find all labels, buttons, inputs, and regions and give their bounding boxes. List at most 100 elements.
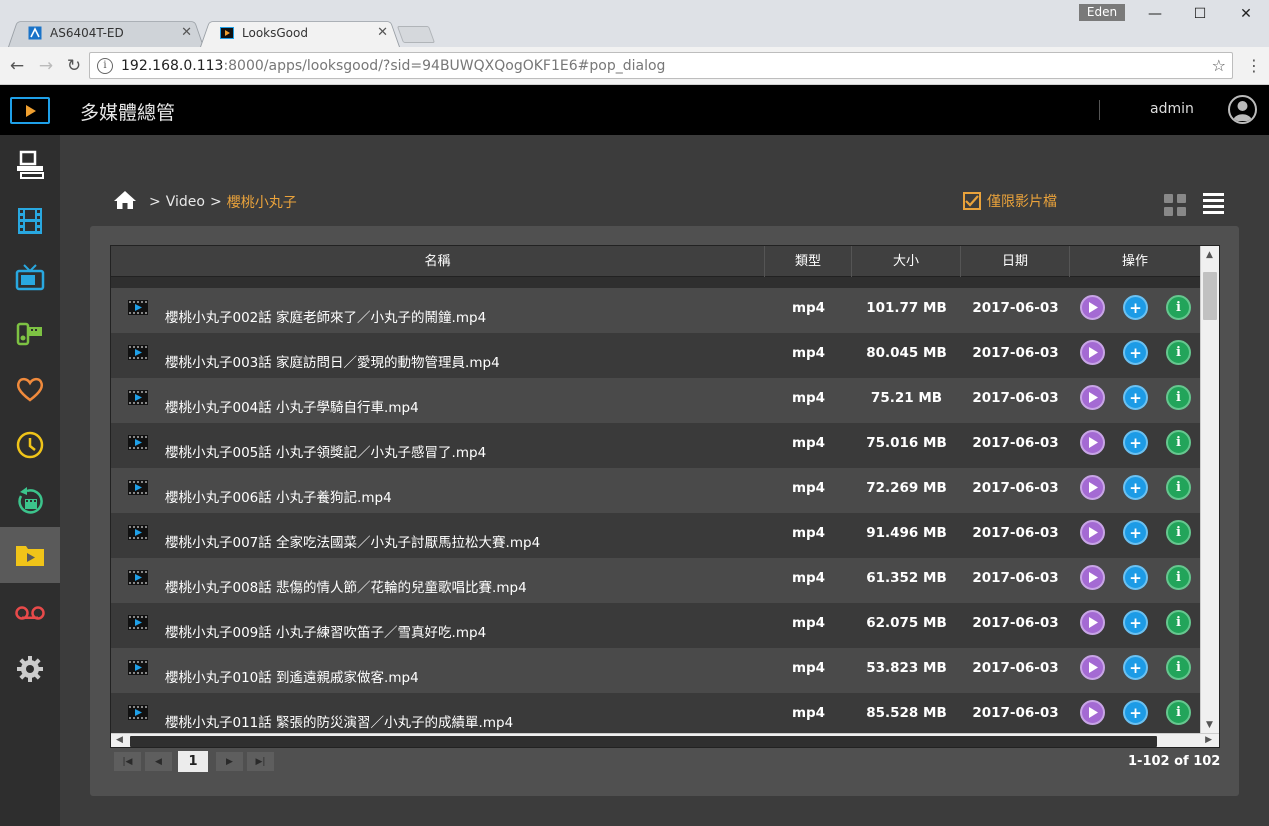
- prev-page-icon[interactable]: ◀: [145, 752, 172, 771]
- column-header-size[interactable]: 大小: [852, 246, 961, 277]
- file-name[interactable]: 櫻桃小丸子010話 到遙遠親戚家做客.mp4: [165, 666, 419, 686]
- vertical-scroll-thumb[interactable]: [1203, 272, 1217, 320]
- browser-menu-icon[interactable]: ⋮: [1246, 56, 1262, 75]
- bookmark-star-icon[interactable]: ☆: [1212, 56, 1226, 75]
- looksgood-logo-icon[interactable]: [10, 97, 50, 124]
- user-name[interactable]: admin: [1150, 101, 1194, 117]
- table-row[interactable]: 櫻桃小丸子008話 悲傷的情人節／花輪的兒童歌唱比賽.mp4 mp4 61.352 …: [111, 558, 1200, 603]
- add-to-playlist-button[interactable]: +: [1123, 700, 1148, 725]
- column-header-name[interactable]: 名稱: [111, 246, 765, 277]
- table-row[interactable]: 櫻桃小丸子011話 緊張的防災演習／小丸子的成績單.mp4 mp4 85.528 M…: [111, 693, 1200, 738]
- list-view-icon[interactable]: [1203, 193, 1224, 214]
- play-button[interactable]: [1080, 385, 1105, 410]
- sidebar-item-recent[interactable]: [0, 417, 60, 473]
- browser-tab-as6404t[interactable]: AS6404T-ED ✕: [8, 18, 204, 47]
- tab-close-icon[interactable]: ✕: [377, 25, 388, 40]
- next-page-icon[interactable]: ▶: [216, 752, 243, 771]
- horizontal-scrollbar[interactable]: ◀ ▶: [111, 733, 1219, 747]
- window-maximize-button[interactable]: ☐: [1190, 6, 1210, 22]
- file-name[interactable]: 櫻桃小丸子002話 家庭老師來了／小丸子的鬧鐘.mp4: [165, 306, 486, 326]
- page-number[interactable]: 1: [178, 751, 208, 772]
- vertical-scrollbar[interactable]: ▲ ▼: [1200, 246, 1219, 733]
- home-icon[interactable]: [113, 190, 137, 214]
- sidebar-item-replay[interactable]: [0, 473, 60, 529]
- info-button[interactable]: i: [1166, 610, 1191, 635]
- site-info-icon[interactable]: i: [97, 57, 113, 74]
- last-page-icon[interactable]: ▶|: [247, 752, 274, 771]
- video-only-checkbox[interactable]: [963, 192, 981, 210]
- video-only-filter[interactable]: 僅限影片檔: [963, 191, 1057, 211]
- table-row[interactable]: 櫻桃小丸子006話 小丸子養狗記.mp4 mp4 72.269 MB 2017-06-…: [111, 468, 1200, 513]
- sidebar-item-camcorder[interactable]: [0, 305, 60, 361]
- add-to-playlist-button[interactable]: +: [1123, 430, 1148, 455]
- file-name[interactable]: 櫻桃小丸子004話 小丸子學騎自行車.mp4: [165, 396, 419, 416]
- add-to-playlist-button[interactable]: +: [1123, 475, 1148, 500]
- scroll-down-arrow-icon[interactable]: ▼: [1206, 720, 1213, 730]
- play-button[interactable]: [1080, 430, 1105, 455]
- reload-icon[interactable]: ↻: [64, 56, 84, 76]
- play-button[interactable]: [1080, 520, 1105, 545]
- browser-tab-looksgood[interactable]: LooksGood ✕: [200, 18, 400, 47]
- add-to-playlist-button[interactable]: +: [1123, 520, 1148, 545]
- play-button[interactable]: [1080, 610, 1105, 635]
- info-button[interactable]: i: [1166, 385, 1191, 410]
- column-header-date[interactable]: 日期: [961, 246, 1070, 277]
- sidebar-item-settings[interactable]: [0, 641, 60, 697]
- file-name[interactable]: 櫻桃小丸子007話 全家吃法國菜／小丸子討厭馬拉松大賽.mp4: [165, 531, 540, 551]
- sidebar-item-recording[interactable]: [0, 585, 60, 641]
- table-row[interactable]: 櫻桃小丸子002話 家庭老師來了／小丸子的鬧鐘.mp4 mp4 101.77 MB 2…: [111, 288, 1200, 333]
- address-bar[interactable]: i 192.168.0.113:8000/apps/looksgood/?sid…: [89, 52, 1233, 79]
- sidebar-item-video[interactable]: [0, 193, 60, 249]
- sidebar-item-tv[interactable]: [0, 249, 60, 305]
- table-row[interactable]: 櫻桃小丸子004話 小丸子學騎自行車.mp4 mp4 75.21 MB 2017-06…: [111, 378, 1200, 423]
- sidebar-item-devices[interactable]: [0, 137, 60, 193]
- file-name[interactable]: 櫻桃小丸子006話 小丸子養狗記.mp4: [165, 486, 392, 506]
- info-button[interactable]: i: [1166, 475, 1191, 500]
- info-button[interactable]: i: [1166, 655, 1191, 680]
- table-row[interactable]: 櫻桃小丸子003話 家庭訪問日／愛現的動物管理員.mp4 mp4 80.045 MB…: [111, 333, 1200, 378]
- window-minimize-button[interactable]: —: [1145, 6, 1165, 22]
- play-button[interactable]: [1080, 565, 1105, 590]
- table-row[interactable]: 櫻桃小丸子005話 小丸子領獎記／小丸子感冒了.mp4 mp4 75.016 MB 2…: [111, 423, 1200, 468]
- table-row[interactable]: 櫻桃小丸子009話 小丸子練習吹笛子／雪真好吃.mp4 mp4 62.075 MB 2…: [111, 603, 1200, 648]
- file-name[interactable]: 櫻桃小丸子008話 悲傷的情人節／花輪的兒童歌唱比賽.mp4: [165, 576, 527, 596]
- grid-view-icon[interactable]: [1164, 194, 1186, 216]
- info-button[interactable]: i: [1166, 520, 1191, 545]
- window-close-button[interactable]: ✕: [1236, 6, 1256, 22]
- user-avatar-icon[interactable]: [1228, 95, 1257, 124]
- new-tab-button[interactable]: [396, 26, 436, 43]
- play-button[interactable]: [1080, 340, 1105, 365]
- scroll-up-arrow-icon[interactable]: ▲: [1206, 250, 1213, 260]
- sidebar-item-favorites[interactable]: [0, 361, 60, 417]
- info-button[interactable]: i: [1166, 565, 1191, 590]
- back-arrow-icon[interactable]: ←: [7, 56, 27, 76]
- add-to-playlist-button[interactable]: +: [1123, 565, 1148, 590]
- add-to-playlist-button[interactable]: +: [1123, 295, 1148, 320]
- play-button[interactable]: [1080, 475, 1105, 500]
- info-button[interactable]: i: [1166, 340, 1191, 365]
- info-button[interactable]: i: [1166, 700, 1191, 725]
- tab-close-icon[interactable]: ✕: [181, 25, 192, 40]
- forward-arrow-icon[interactable]: →: [36, 56, 56, 76]
- sidebar-item-folders[interactable]: [0, 527, 60, 583]
- play-button[interactable]: [1080, 655, 1105, 680]
- info-button[interactable]: i: [1166, 430, 1191, 455]
- scroll-right-arrow-icon[interactable]: ▶: [1205, 735, 1212, 745]
- play-button[interactable]: [1080, 295, 1105, 320]
- file-name[interactable]: 櫻桃小丸子011話 緊張的防災演習／小丸子的成績單.mp4: [165, 711, 513, 731]
- horizontal-scroll-thumb[interactable]: [130, 736, 1157, 747]
- column-header-type[interactable]: 類型: [765, 246, 852, 277]
- add-to-playlist-button[interactable]: +: [1123, 610, 1148, 635]
- file-name[interactable]: 櫻桃小丸子009話 小丸子練習吹笛子／雪真好吃.mp4: [165, 621, 486, 641]
- table-row[interactable]: 櫻桃小丸子007話 全家吃法國菜／小丸子討厭馬拉松大賽.mp4 mp4 91.496…: [111, 513, 1200, 558]
- info-button[interactable]: i: [1166, 295, 1191, 320]
- first-page-icon[interactable]: |◀: [114, 752, 141, 771]
- table-row[interactable]: 櫻桃小丸子010話 到遙遠親戚家做客.mp4 mp4 53.823 MB 2017-0…: [111, 648, 1200, 693]
- add-to-playlist-button[interactable]: +: [1123, 340, 1148, 365]
- file-name[interactable]: 櫻桃小丸子005話 小丸子領獎記／小丸子感冒了.mp4: [165, 441, 486, 461]
- breadcrumb-video[interactable]: Video: [166, 194, 205, 210]
- browser-profile-chip[interactable]: Eden: [1079, 4, 1125, 21]
- scroll-left-arrow-icon[interactable]: ◀: [116, 735, 123, 745]
- file-name[interactable]: 櫻桃小丸子003話 家庭訪問日／愛現的動物管理員.mp4: [165, 351, 500, 371]
- add-to-playlist-button[interactable]: +: [1123, 655, 1148, 680]
